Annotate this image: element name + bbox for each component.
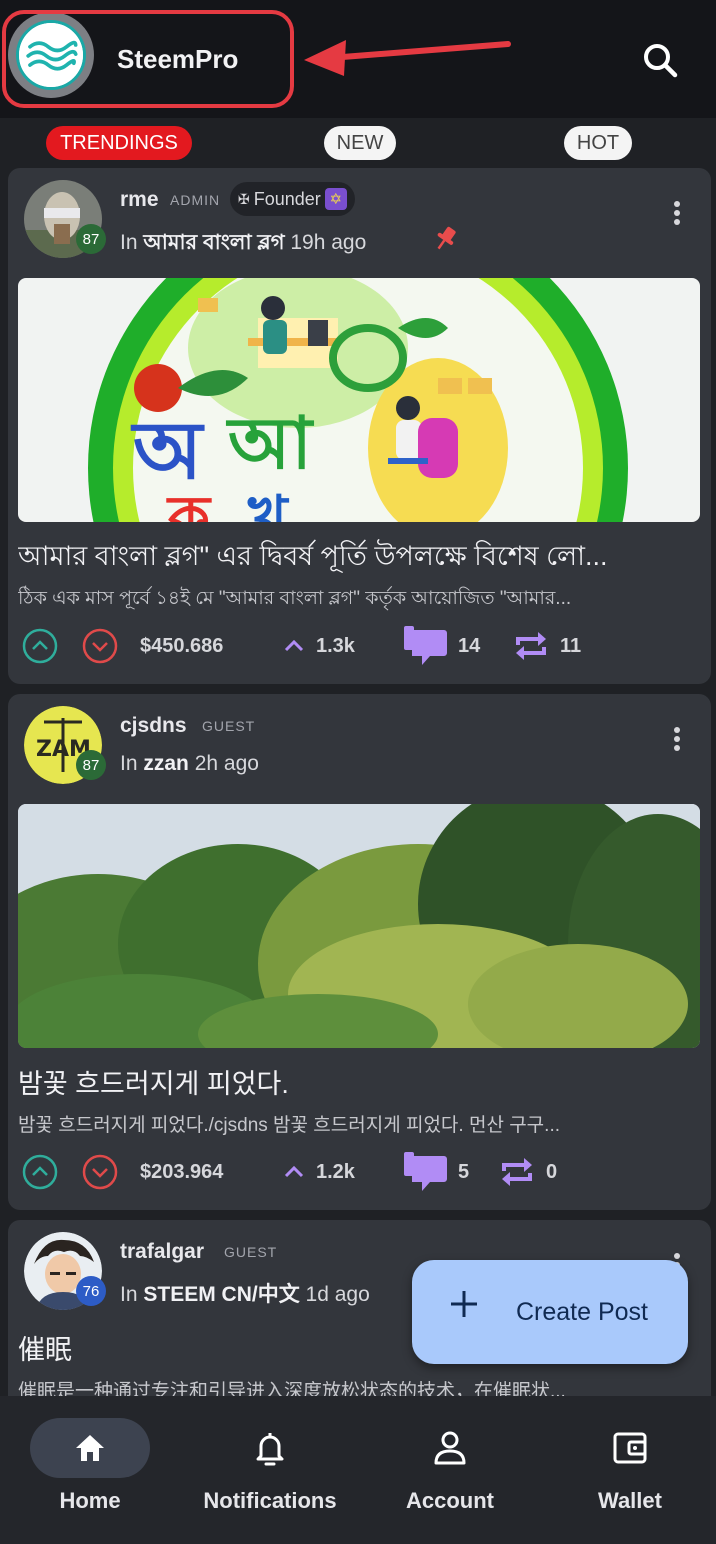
nav-wallet-label: Wallet <box>598 1488 662 1513</box>
comments-label: 5 <box>458 1160 470 1183</box>
nav-notifications[interactable]: Notifications <box>196 1396 344 1544</box>
post-excerpt: ঠিক এক মাস পূর্বে ১৪ই মে "আমার বাংলা ব্ল… <box>18 588 572 609</box>
resteem-count[interactable]: 11 <box>512 626 581 666</box>
post-time: 1d ago <box>305 1283 370 1306</box>
community-name[interactable]: STEEM CN/中文 <box>143 1283 299 1306</box>
resteem-icon <box>516 632 546 660</box>
post-card[interactable]: 87 rme ADMIN ✠ Founder ✡ In আমার বাংলা ব… <box>8 168 711 684</box>
upvote-icon <box>22 1154 58 1190</box>
payout-value[interactable]: $203.964 <box>140 1152 223 1192</box>
role-label: ADMIN <box>170 192 221 208</box>
votes-count[interactable]: 1.3k <box>282 626 355 666</box>
svg-text:আ: আ <box>225 401 315 485</box>
author-name[interactable]: cjsdns <box>120 714 187 738</box>
community-line: In zzan 2h ago <box>120 752 259 776</box>
more-options-icon[interactable] <box>671 724 683 754</box>
resteem-icon <box>502 1158 532 1186</box>
upvote-button[interactable] <box>22 626 58 666</box>
role-label: GUEST <box>224 1244 278 1260</box>
payout-value[interactable]: $450.686 <box>140 626 223 666</box>
community-name[interactable]: zzan <box>143 752 189 775</box>
comments-label: 14 <box>458 634 481 657</box>
post-title[interactable]: আমার বাংলা ব্লগ" এর দ্বিবর্ষ পূর্তি উপলক… <box>18 536 686 581</box>
svg-text:খ: খ <box>247 483 290 522</box>
community-prefix: In <box>120 1283 138 1306</box>
downvote-icon <box>82 1154 118 1190</box>
post-thumbnail[interactable]: অ আ ক খ <box>18 278 700 522</box>
comments-count[interactable]: 14 <box>402 626 480 666</box>
downvote-icon <box>82 628 118 664</box>
more-options-icon[interactable] <box>671 198 683 228</box>
bottom-navigation: Home Notifications Account Wallet <box>0 1396 716 1544</box>
tab-trendings[interactable]: TRENDINGS <box>46 126 192 160</box>
nav-account[interactable]: Account <box>390 1396 510 1544</box>
post-excerpt: 밤꽃 흐드러지게 피었다./cjsdns 밤꽃 흐드러지게 피었다. 먼산 구구… <box>18 1115 561 1136</box>
feed-tabs: TRENDINGS NEW HOT <box>0 120 716 166</box>
upvote-icon <box>22 628 58 664</box>
resteem-label: 11 <box>560 634 582 657</box>
annotation-highlight-box <box>2 10 294 108</box>
community-line: In আমার বাংলা ব্লগ 19h ago <box>120 226 366 261</box>
post-stats: $203.964 1.2k 5 0 <box>8 1152 711 1192</box>
svg-text:ক: ক <box>166 483 212 522</box>
post-card[interactable]: ZAM 87 cjsdns GUEST In zzan 2h ago 밤꽃 흐드… <box>8 694 711 1210</box>
author-name[interactable]: rme <box>120 188 159 212</box>
reputation-badge: 87 <box>76 224 106 254</box>
search-button[interactable] <box>638 38 682 82</box>
star-of-david-icon: ✡ <box>324 188 347 210</box>
annotation-arrow-icon <box>304 40 511 76</box>
community-prefix: In <box>120 752 138 775</box>
community-prefix: In <box>120 231 138 254</box>
post-thumbnail[interactable] <box>18 804 700 1048</box>
nav-notifications-label: Notifications <box>203 1488 337 1513</box>
pin-icon <box>437 226 456 250</box>
cross-icon: ✠ <box>238 190 250 207</box>
role-label: GUEST <box>202 718 256 734</box>
votes-count[interactable]: 1.2k <box>282 1152 355 1192</box>
author-name[interactable]: trafalgar <box>120 1240 204 1264</box>
downvote-button[interactable] <box>82 1152 118 1192</box>
bell-icon <box>256 1433 284 1466</box>
comment-icon <box>404 1152 447 1191</box>
create-post-label: Create Post <box>516 1298 649 1326</box>
wallet-icon <box>613 1432 647 1464</box>
votes-label: 1.3k <box>316 634 355 657</box>
community-name[interactable]: আমার বাংলা ব্লগ <box>143 231 284 254</box>
app-header: SteemPro <box>0 0 716 118</box>
create-post-button[interactable]: Create Post <box>412 1260 688 1364</box>
caret-up-icon <box>284 1165 304 1178</box>
caret-up-icon <box>284 639 304 652</box>
post-stats: $450.686 1.3k 14 11 <box>8 626 711 666</box>
reputation-badge: 87 <box>76 750 106 780</box>
post-time: 19h ago <box>290 231 367 254</box>
post-time: 2h ago <box>194 752 259 775</box>
tab-new[interactable]: NEW <box>324 126 396 160</box>
downvote-button[interactable] <box>82 626 118 666</box>
nav-home-label: Home <box>59 1488 121 1513</box>
votes-label: 1.2k <box>316 1160 355 1183</box>
comments-count[interactable]: 5 <box>402 1152 469 1192</box>
tab-hot[interactable]: HOT <box>564 126 632 160</box>
post-excerpt: 催眠是一种通过专注和引导进入深度放松状态的技术，在催眠状... <box>18 1381 566 1396</box>
resteem-label: 0 <box>546 1160 558 1183</box>
plus-icon <box>451 1291 477 1317</box>
nav-wallet[interactable]: Wallet <box>570 1396 690 1544</box>
founder-badge: ✠ Founder ✡ <box>230 182 355 216</box>
comment-icon <box>404 626 447 665</box>
person-icon <box>434 1431 466 1465</box>
post-title[interactable]: 밤꽃 흐드러지게 피었다. <box>18 1062 686 1101</box>
home-icon <box>76 1435 104 1461</box>
upvote-button[interactable] <box>22 1152 58 1192</box>
resteem-count[interactable]: 0 <box>498 1152 557 1192</box>
nav-home[interactable]: Home <box>30 1396 150 1544</box>
badge-label: Founder <box>253 188 321 209</box>
nav-account-label: Account <box>406 1488 494 1513</box>
community-line: In STEEM CN/中文 1d ago <box>120 1278 370 1308</box>
search-icon <box>644 44 678 78</box>
reputation-badge: 76 <box>76 1276 106 1306</box>
